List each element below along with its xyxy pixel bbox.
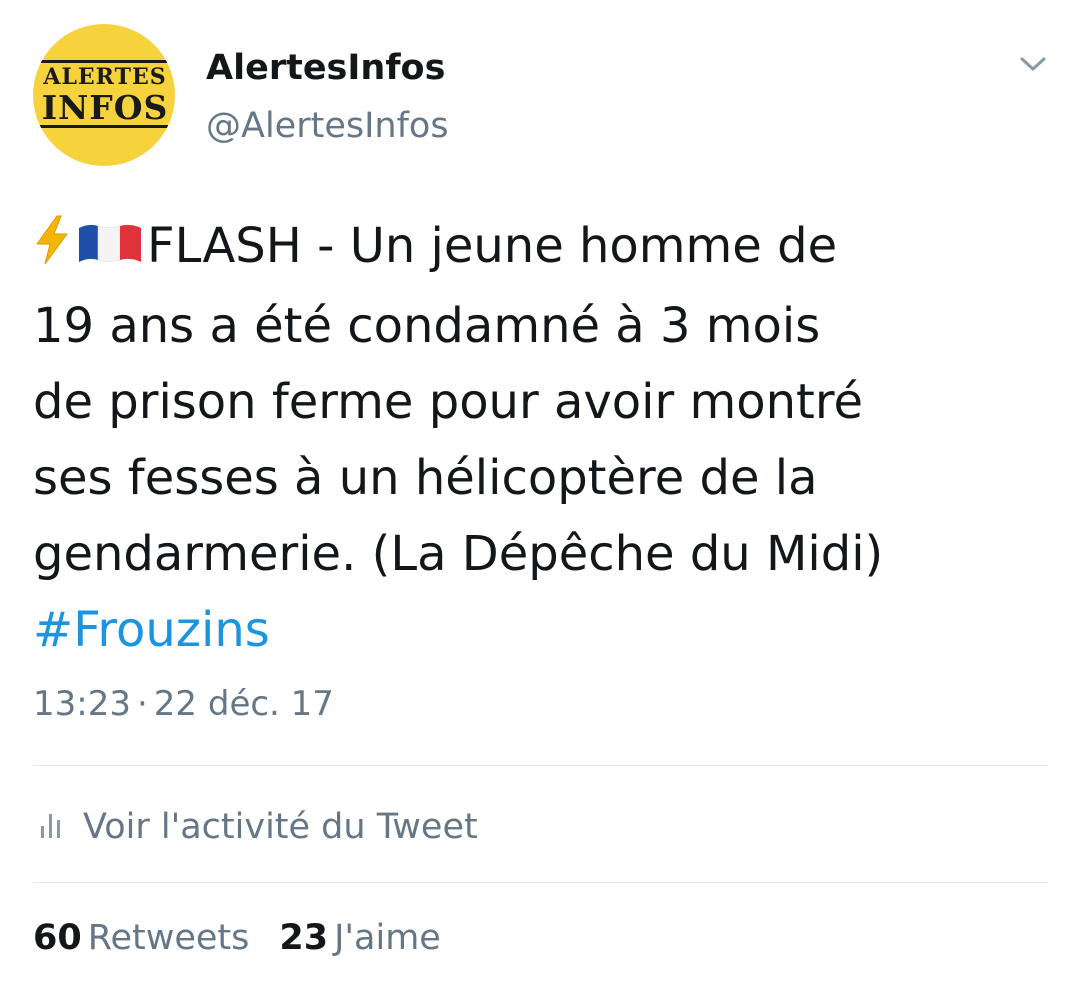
analytics-icon [39, 810, 63, 844]
avatar-logo-line-1: ALERTES [43, 64, 167, 90]
hashtag-link[interactable]: #Frouzins [33, 592, 1033, 668]
avatar-logo-rule-top [33, 60, 175, 63]
likes-count: 23 [279, 918, 329, 958]
divider [33, 882, 1048, 883]
author-display-name[interactable]: AlertesInfos [206, 48, 445, 88]
timestamp-separator: · [136, 684, 148, 724]
tweet-time: 13:23 [33, 684, 131, 724]
avatar[interactable]: ALERTES INFOS [33, 24, 175, 166]
tweet-stats: 60 Retweets 23 J'aime [33, 918, 441, 958]
retweets-count: 60 [33, 918, 82, 958]
tweet-date: 22 déc. 17 [153, 684, 334, 724]
tweet-text-line: FLASH - Un jeune homme de [33, 208, 1033, 288]
tweet-timestamp[interactable]: 13:23 · 22 déc. 17 [33, 684, 334, 724]
divider [33, 765, 1048, 766]
chevron-down-icon[interactable] [1018, 52, 1048, 76]
avatar-logo-line-2: INFOS [41, 88, 169, 127]
likes-stat[interactable]: 23 J'aime [279, 918, 440, 958]
tweet-text-line-3: de prison ferme pour avoir montré [33, 374, 864, 430]
high-voltage-icon [33, 212, 71, 288]
france-flag-icon [75, 210, 145, 286]
tweet-activity-button[interactable]: Voir l'activité du Tweet [33, 802, 478, 852]
tweet-activity-label: Voir l'activité du Tweet [83, 807, 478, 847]
author-handle[interactable]: @AlertesInfos [206, 106, 449, 146]
tweet-text-line-4: ses fesses à un hélicoptère de la [33, 450, 818, 506]
likes-label: J'aime [334, 918, 441, 958]
tweet-text-line-5: gendarmerie. (La Dépêche du Midi) [33, 526, 884, 582]
avatar-logo-rule-bottom [33, 125, 175, 128]
tweet-text-line-2: 19 ans a été condamné à 3 mois [33, 298, 821, 354]
tweet-text-line-1: FLASH - Un jeune homme de [147, 218, 838, 274]
tweet-text: FLASH - Un jeune homme de 19 ans a été c… [33, 208, 1033, 668]
retweets-stat[interactable]: 60 Retweets [33, 918, 249, 958]
retweets-label: Retweets [87, 918, 250, 958]
tweet-detail: ALERTES INFOS AlertesInfos @AlertesInfos… [0, 0, 1080, 998]
